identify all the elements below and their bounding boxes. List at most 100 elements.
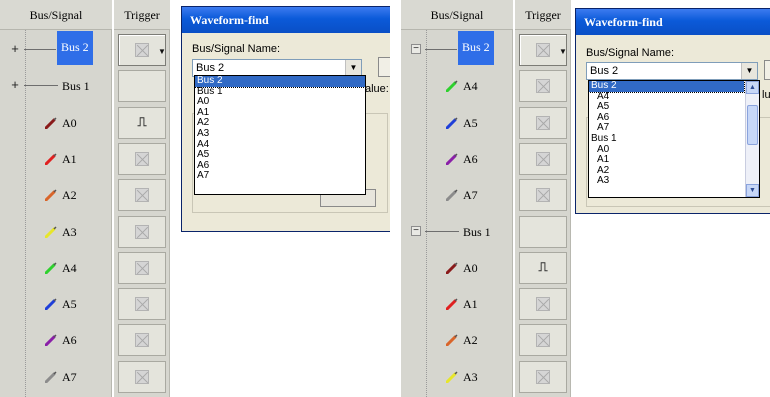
list-item[interactable]: A5 — [589, 102, 744, 113]
trigger-column-header: Trigger — [114, 0, 170, 30]
signal-row[interactable]: A7 — [0, 359, 112, 395]
trigger-cell[interactable]: ⎍ — [519, 251, 567, 284]
disabled-trigger-icon — [536, 188, 550, 203]
side-button[interactable] — [764, 60, 770, 80]
side-button[interactable] — [378, 57, 390, 77]
scroll-down-icon[interactable]: ▼ — [746, 184, 759, 197]
list-item[interactable]: A1 — [195, 107, 365, 119]
bus-name[interactable]: Bus 1 — [463, 225, 491, 240]
collapse-icon[interactable]: − — [411, 225, 421, 236]
trigger-cell[interactable] — [118, 142, 166, 175]
chevron-down-icon[interactable]: ▼ — [345, 60, 361, 76]
signal-row[interactable]: A5 — [0, 286, 112, 322]
signal-row[interactable]: A0 — [0, 105, 112, 141]
trigger-cell[interactable] — [118, 215, 166, 248]
chevron-down-icon[interactable]: ▼ — [741, 63, 757, 79]
list-item[interactable]: Bus 1 — [195, 86, 365, 98]
list-item[interactable]: Bus 2 — [589, 81, 745, 93]
list-item[interactable]: A3 — [195, 128, 365, 140]
disabled-trigger-icon — [135, 260, 149, 275]
signal-name: A0 — [463, 260, 478, 275]
bus-signal-name-label: Bus/Signal Name: — [586, 47, 675, 59]
signal-row[interactable]: A3 — [401, 359, 513, 395]
signal-dropdown-list[interactable]: Bus 2 Bus 1 A0 A1 A2 A3 A4 A5 A6 A7 — [194, 75, 366, 195]
signal-row[interactable]: A1 — [0, 141, 112, 177]
trigger-cell[interactable] — [118, 179, 166, 212]
trigger-dropdown-icon[interactable]: ▼ — [559, 47, 567, 56]
signal-row[interactable]: A6 — [401, 141, 513, 177]
signal-row[interactable]: A1 — [401, 286, 513, 322]
trigger-cell[interactable] — [118, 324, 166, 357]
trigger-cell[interactable] — [519, 215, 567, 248]
trigger-cell[interactable] — [519, 179, 567, 212]
scrollbar[interactable]: ▲ ▼ — [745, 81, 759, 197]
probe-icon — [446, 371, 458, 383]
list-item[interactable]: A4 — [589, 91, 744, 103]
trigger-cell[interactable] — [118, 70, 166, 103]
bus-row[interactable]: + Bus 2 — [0, 31, 112, 68]
trigger-cell[interactable] — [519, 324, 567, 357]
list-item[interactable]: A4 — [195, 139, 365, 151]
trigger-dropdown-icon[interactable]: ▼ — [158, 47, 166, 56]
list-item[interactable]: A2 — [589, 165, 744, 177]
signal-row[interactable]: A4 — [0, 250, 112, 286]
signal-name: A7 — [62, 369, 77, 384]
scroll-up-icon[interactable]: ▲ — [746, 81, 759, 94]
probe-icon — [446, 334, 458, 347]
bus-row[interactable]: − Bus 1 — [401, 214, 513, 250]
disabled-trigger-icon — [135, 43, 149, 57]
combo-value: Bus 2 — [196, 62, 225, 74]
tree-connector — [24, 85, 58, 87]
signal-row[interactable]: A2 — [0, 177, 112, 213]
signal-row[interactable]: A5 — [401, 105, 513, 141]
trigger-cell[interactable] — [519, 106, 567, 139]
signal-row[interactable]: A3 — [0, 214, 112, 250]
expand-icon[interactable]: + — [10, 42, 20, 55]
list-item[interactable]: A5 — [195, 150, 365, 161]
list-item[interactable]: A0 — [589, 144, 744, 156]
list-item[interactable]: A0 — [195, 97, 365, 108]
trigger-cell[interactable]: ⎍ — [118, 106, 166, 139]
list-item[interactable]: A2 — [195, 118, 365, 129]
signal-column-header: Bus/Signal — [0, 0, 112, 30]
list-item[interactable]: A6 — [589, 112, 744, 124]
bus-name[interactable]: Bus 2 — [57, 31, 93, 65]
signal-row[interactable]: A6 — [0, 322, 112, 358]
bus-name[interactable]: Bus 1 — [62, 79, 90, 94]
list-item[interactable]: Bus 1 — [589, 133, 744, 145]
bus-name[interactable]: Bus 2 — [458, 31, 494, 65]
trigger-cell[interactable] — [118, 288, 166, 321]
signal-name: A7 — [463, 188, 478, 203]
expand-icon[interactable]: + — [10, 78, 20, 91]
trigger-cell[interactable] — [118, 251, 166, 284]
list-item[interactable]: A6 — [195, 160, 365, 172]
bus-row[interactable]: − Bus 2 — [401, 31, 513, 68]
probe-icon — [45, 334, 57, 347]
signal-row[interactable]: A4 — [401, 68, 513, 104]
signal-dropdown-list[interactable]: Bus 2 A4 A5 A6 A7 Bus 1 A0 A1 A2 A3 ▲ ▼ — [588, 80, 760, 198]
trigger-cell[interactable] — [519, 70, 567, 103]
list-item[interactable]: A3 — [589, 176, 744, 187]
trigger-cell[interactable] — [118, 360, 166, 393]
bus-signal-name-combo[interactable]: Bus 2 ▼ — [586, 62, 758, 80]
signal-row[interactable]: A2 — [401, 322, 513, 358]
signal-row[interactable]: A0 — [401, 250, 513, 286]
combo-value: Bus 2 — [590, 65, 619, 77]
scroll-thumb[interactable] — [747, 105, 758, 145]
trigger-cell[interactable] — [519, 360, 567, 393]
probe-icon — [446, 117, 458, 129]
signal-column: Bus/Signal − Bus 2 A4 A5 A6 A7 − Bus 1 A0 A1 A2 A3 — [401, 0, 513, 397]
signal-name: A1 — [62, 151, 77, 166]
list-item[interactable]: Bus 2 — [195, 76, 365, 88]
probe-icon — [45, 225, 57, 238]
bus-row[interactable]: + Bus 1 — [0, 68, 112, 104]
signal-row[interactable]: A7 — [401, 177, 513, 213]
trigger-cell[interactable] — [519, 142, 567, 175]
list-item[interactable]: A1 — [589, 155, 744, 166]
list-item[interactable]: A7 — [195, 171, 365, 182]
signal-column-header: Bus/Signal — [401, 0, 513, 30]
collapse-icon[interactable]: − — [411, 44, 421, 54]
signal-name: A6 — [62, 333, 77, 348]
trigger-cell[interactable] — [519, 288, 567, 321]
signal-name: A5 — [62, 297, 77, 312]
